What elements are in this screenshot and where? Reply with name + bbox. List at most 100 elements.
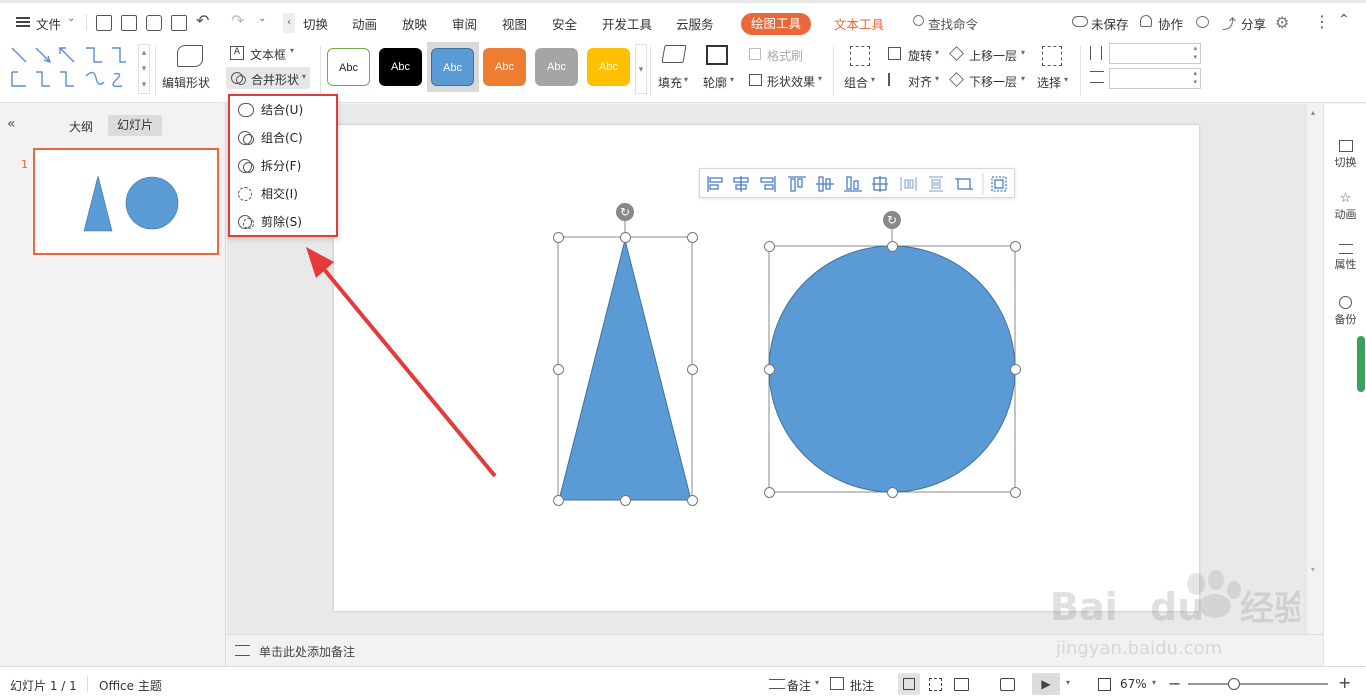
theme-name[interactable]: Office 主题 — [99, 677, 162, 694]
notes-area[interactable]: 单击此处添加备注 — [227, 634, 1323, 666]
print-icon[interactable] — [146, 15, 162, 31]
resize-handle[interactable] — [764, 487, 775, 498]
chevron-down-icon[interactable]: ▾ — [1066, 678, 1070, 687]
export-pdf-icon[interactable] — [121, 15, 137, 31]
shape-effects-button[interactable]: 形状效果 — [767, 73, 815, 90]
zoom-out-icon[interactable]: − — [1168, 674, 1181, 693]
shape-gallery[interactable] — [8, 44, 150, 94]
chevron-down-icon[interactable]: ▾ — [1021, 74, 1025, 83]
edit-shape-icon[interactable] — [177, 45, 203, 67]
tab-slideshow[interactable]: 放映 — [402, 14, 427, 33]
normal-view-icon[interactable] — [898, 673, 920, 695]
bring-forward-button[interactable]: 上移一层 — [969, 47, 1017, 64]
more-dropdown-icon[interactable]: ⌄ — [258, 13, 266, 24]
style-preset-white[interactable]: Abc — [327, 48, 370, 86]
fill-bucket-icon[interactable] — [661, 45, 687, 63]
print-preview-icon[interactable] — [171, 15, 187, 31]
resize-handle[interactable] — [553, 495, 564, 506]
slide-thumbnail[interactable] — [33, 148, 219, 255]
rp-backup[interactable]: 备份 — [1324, 296, 1366, 327]
chevron-down-icon[interactable]: ▾ — [871, 75, 875, 84]
resize-handle[interactable] — [887, 241, 898, 252]
style-preset-yellow[interactable]: Abc — [587, 48, 630, 86]
group-button[interactable]: 组合 — [844, 74, 868, 91]
group-icon[interactable] — [850, 46, 870, 66]
style-preset-gray[interactable]: Abc — [535, 48, 578, 86]
rotate-button[interactable]: 旋转 — [908, 47, 932, 64]
outline-icon[interactable] — [706, 45, 728, 65]
gear-icon[interactable]: ⚙ — [1275, 13, 1289, 32]
style-preset-black[interactable]: Abc — [379, 48, 422, 86]
textbox-button[interactable]: 文本框 — [250, 46, 286, 63]
menu-item-combine[interactable]: 组合(C) — [236, 127, 332, 149]
rp-transition[interactable]: 切换 — [1324, 140, 1366, 170]
resize-handle[interactable] — [687, 232, 698, 243]
scroll-left-icon[interactable]: ‹ — [283, 13, 295, 33]
resize-handle[interactable] — [764, 364, 775, 375]
notes-button[interactable]: 备注 — [787, 677, 811, 694]
chevron-down-icon[interactable]: ▾ — [818, 74, 822, 83]
zoom-slider-thumb[interactable] — [1228, 678, 1240, 690]
resize-handle[interactable] — [553, 232, 564, 243]
chevron-down-icon[interactable]: ▾ — [684, 75, 688, 84]
tab-cloud[interactable]: 云服务 — [676, 14, 714, 33]
chevron-down-icon[interactable]: ▾ — [815, 678, 819, 687]
collapse-ribbon-icon[interactable]: ⌃ — [1338, 12, 1350, 28]
notes-placeholder[interactable]: 单击此处添加备注 — [259, 643, 355, 660]
fit-window-icon[interactable] — [1098, 678, 1111, 691]
play-slideshow-button[interactable]: ▶ — [1032, 673, 1060, 695]
tab-animation[interactable]: 动画 — [352, 14, 377, 33]
redo-icon[interactable]: ↷ — [231, 11, 244, 30]
resize-handle[interactable] — [1010, 241, 1021, 252]
tab-drawing-tools[interactable]: 绘图工具 — [741, 13, 812, 35]
reading-view-icon[interactable] — [954, 678, 969, 691]
gallery-scroll[interactable]: ▴ ▾ ▾ — [138, 44, 150, 94]
rp-properties[interactable]: 属性 — [1324, 244, 1366, 272]
tab-slides[interactable]: 幻灯片 — [108, 115, 163, 136]
screen-record-icon[interactable] — [1000, 678, 1015, 691]
vertical-scrollbar[interactable]: ▴ ▾ — [1307, 104, 1323, 634]
fill-button[interactable]: 填充 — [658, 74, 682, 91]
height-input[interactable]: ▴ ▾ — [1109, 43, 1201, 64]
resize-handle[interactable] — [1010, 364, 1021, 375]
save-icon[interactable] — [96, 15, 112, 31]
hamburger-icon[interactable] — [16, 17, 30, 27]
circle-rotate-handle[interactable]: ↻ — [883, 211, 901, 229]
zoom-in-icon[interactable]: + — [1338, 673, 1351, 692]
tab-review[interactable]: 审阅 — [452, 14, 477, 33]
style-preset-orange[interactable]: Abc — [483, 48, 526, 86]
outline-button[interactable]: 轮廓 — [703, 74, 727, 91]
share-button[interactable]: 分享 — [1241, 14, 1266, 33]
menu-item-fragment[interactable]: 拆分(F) — [236, 155, 332, 177]
chevron-down-icon[interactable]: ▾ — [290, 46, 294, 55]
chevron-down-icon[interactable]: ▾ — [935, 74, 939, 83]
zoom-level[interactable]: 67% — [1120, 677, 1147, 691]
merge-shape-button[interactable]: 合并形状 — [251, 71, 299, 88]
resize-handle[interactable] — [553, 364, 564, 375]
align-button[interactable]: 对齐 — [908, 73, 932, 90]
menu-item-subtract[interactable]: 剪除(S) — [236, 211, 332, 233]
resize-handle[interactable] — [620, 495, 631, 506]
style-preset-blue[interactable]: Abc — [431, 48, 474, 86]
width-input[interactable]: ▴ ▾ — [1109, 68, 1201, 89]
menu-item-intersect[interactable]: 相交(I) — [236, 183, 332, 205]
zoom-slider[interactable] — [1188, 678, 1328, 690]
file-menu[interactable]: 文件 — [36, 14, 61, 33]
chevron-down-icon[interactable]: ▾ — [935, 48, 939, 57]
chevron-down-icon[interactable]: ▾ — [302, 72, 306, 81]
tab-text-tools[interactable]: 文本工具 — [834, 14, 884, 33]
tab-transition[interactable]: 切换 — [303, 14, 328, 33]
chevron-down-icon[interactable]: ▾ — [1064, 75, 1068, 84]
grid-view-icon[interactable] — [929, 678, 942, 691]
resize-handle[interactable] — [687, 495, 698, 506]
resize-handle[interactable] — [620, 232, 631, 243]
resize-handle[interactable] — [1010, 487, 1021, 498]
resize-handle[interactable] — [687, 364, 698, 375]
collab-button[interactable]: 协作 — [1158, 14, 1183, 33]
chevron-down-icon[interactable]: ▾ — [730, 75, 734, 84]
select-button[interactable]: 选择 — [1037, 74, 1061, 91]
tab-outline[interactable]: 大纲 — [69, 118, 93, 135]
select-icon[interactable] — [1042, 46, 1062, 66]
comment-icon[interactable] — [1196, 16, 1209, 28]
send-backward-button[interactable]: 下移一层 — [969, 73, 1017, 90]
